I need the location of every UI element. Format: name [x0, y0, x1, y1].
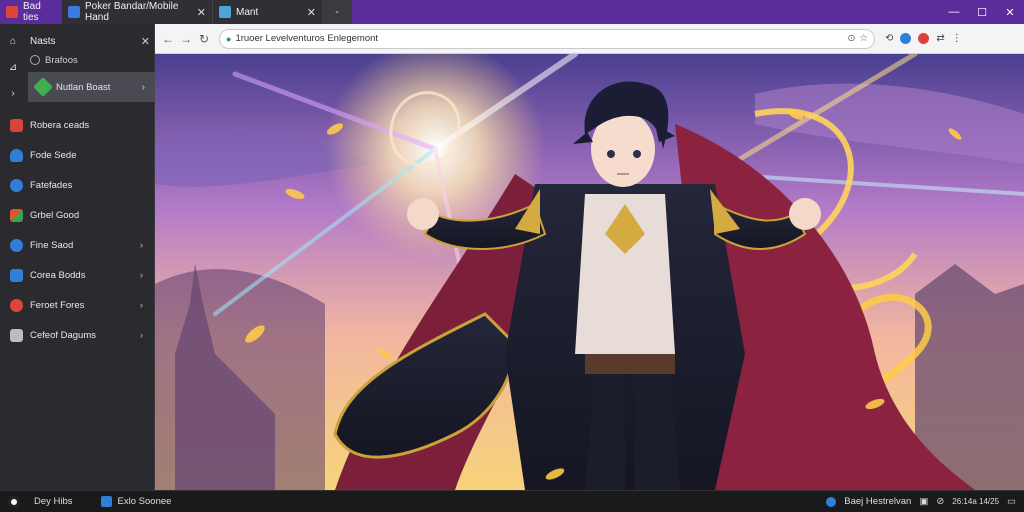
- tab-bad-ties[interactable]: Bad ties: [0, 0, 62, 24]
- sidebar-item-icon: [10, 298, 23, 312]
- sidebar-item-icon: [10, 148, 23, 162]
- sidebar: ⌂ ⊿ › Nasts ✕ Brafoos Nutlan Boast › Rob…: [0, 24, 155, 490]
- sync-icon[interactable]: ⇄: [936, 33, 944, 44]
- sidebar-close-icon[interactable]: ✕: [141, 35, 150, 48]
- sidebar-item[interactable]: Fine Saod ›: [0, 230, 155, 260]
- tab-label: Bad ties: [23, 1, 41, 23]
- url-text: 1ruoer Levelventuros Enlegemont: [235, 33, 379, 44]
- sidebar-title: Nasts: [30, 35, 56, 47]
- tab-favicon-icon: [68, 6, 80, 18]
- sidebar-item[interactable]: Fatefades: [0, 170, 155, 200]
- network-icon[interactable]: [826, 496, 837, 507]
- browser-toolbar: ← → ↻ ● 1ruoer Levelventuros Enlegemont …: [155, 24, 1024, 54]
- tab-favicon-icon: [219, 6, 231, 18]
- sidebar-header: Nasts ✕: [30, 32, 150, 50]
- sidebar-item-label: Cefeof Dagums: [30, 329, 97, 341]
- search-icon[interactable]: ⊙: [848, 33, 856, 44]
- sidebar-item[interactable]: Corea Bodds ›: [0, 260, 155, 290]
- sidebar-item-icon: [10, 268, 23, 282]
- taskbar-start[interactable]: Dey Hibs: [0, 495, 73, 508]
- sidebar-item[interactable]: Cefeof Dagums ›: [0, 320, 155, 350]
- chevron-right-icon: ›: [139, 269, 143, 281]
- sidebar-item-label: Nutlan Boast: [56, 81, 111, 93]
- sidebar-item-label: Fine Saod: [30, 239, 74, 251]
- sidebar-item-label: Feroet Fores: [30, 299, 85, 311]
- title-bar: Bad ties Poker Bandar/Mobile Hand ✕ Mant…: [0, 0, 1024, 24]
- taskbar-label: Exlo Soonee: [117, 496, 172, 507]
- tab-label: Mant: [236, 6, 259, 18]
- battery-icon[interactable]: ⊘: [936, 496, 944, 507]
- expand-chevron-icon[interactable]: ›: [0, 80, 26, 106]
- lock-icon: ●: [226, 33, 232, 44]
- taskbar-app[interactable]: Exlo Soonee: [93, 496, 172, 507]
- sidebar-item[interactable]: Fode Sede: [0, 140, 155, 170]
- chevron-right-icon: ›: [139, 239, 143, 251]
- sidebar-item-icon: [10, 328, 23, 342]
- notification-icon[interactable]: [918, 33, 930, 44]
- clock[interactable]: 26:14a 14/25: [952, 497, 999, 506]
- bookmark-star-icon[interactable]: ☆: [859, 33, 868, 44]
- globe-icon: [30, 55, 40, 65]
- taskbar: Dey Hibs Exlo Soonee Baej Hestrelvan ▣ ⊘…: [0, 490, 1024, 512]
- home-icon[interactable]: ⌂: [0, 28, 26, 54]
- tab-label: Poker Bandar/Mobile Hand: [85, 1, 179, 23]
- tab-favicon-icon: [6, 6, 18, 18]
- address-bar[interactable]: ● 1ruoer Levelventuros Enlegemont ⊙ ☆: [219, 28, 875, 49]
- menu-icon[interactable]: ⋮: [952, 33, 962, 44]
- sidebar-subtitle[interactable]: Brafoos: [30, 52, 78, 68]
- tab-close-icon[interactable]: ✕: [307, 6, 316, 19]
- minimize-button[interactable]: —: [940, 0, 968, 24]
- system-tray: Baej Hestrelvan ▣ ⊘ 26:14a 14/25 ▭: [826, 496, 1024, 507]
- webpage-content: [155, 54, 1024, 490]
- reading-list-icon[interactable]: ⊿: [0, 54, 26, 80]
- sidebar-item-icon: [10, 238, 23, 252]
- taskbar-label: Dey Hibs: [34, 496, 73, 507]
- reload-button[interactable]: ↻: [195, 28, 213, 50]
- volume-icon[interactable]: ▣: [919, 496, 928, 507]
- sidebar-item-icon: [10, 178, 23, 192]
- sidebar-item[interactable]: Grbel Good: [0, 200, 155, 230]
- sidebar-item-label: Corea Bodds: [30, 269, 86, 281]
- sidebar-item-icon: [10, 208, 23, 222]
- chevron-right-icon: ›: [141, 81, 145, 93]
- sidebar-item[interactable]: Feroet Fores ›: [0, 290, 155, 320]
- toolbar-extensions: ⟲ ⇄ ⋮: [885, 33, 962, 44]
- chevron-right-icon: ›: [139, 329, 143, 341]
- start-icon: [8, 495, 20, 508]
- app-icon: [33, 77, 53, 97]
- app-icon: [100, 496, 112, 507]
- new-tab-button[interactable]: -: [322, 0, 352, 24]
- window-controls: — ☐ ✕: [940, 0, 1024, 24]
- tray-label: Baej Hestrelvan: [844, 496, 912, 507]
- back-button[interactable]: ←: [159, 28, 177, 50]
- tab-mant[interactable]: Mant ✕: [212, 0, 322, 24]
- forward-button[interactable]: →: [177, 28, 195, 50]
- sidebar-item-label: Grbel Good: [30, 209, 80, 221]
- sidebar-item-label: Fode Sede: [30, 149, 77, 161]
- profile-icon[interactable]: [900, 33, 912, 44]
- maximize-button[interactable]: ☐: [968, 0, 996, 24]
- sidebar-item[interactable]: Robera ceads: [0, 110, 155, 140]
- sidebar-item-selected[interactable]: Nutlan Boast ›: [28, 72, 155, 102]
- tab-close-icon[interactable]: ✕: [197, 6, 206, 19]
- tab-label: -: [335, 6, 339, 18]
- sidebar-item-icon: [10, 118, 23, 132]
- sidebar-item-label: Fatefades: [30, 179, 73, 191]
- chevron-right-icon: ›: [139, 299, 143, 311]
- anime-hero-illustration: [155, 54, 1024, 490]
- close-window-button[interactable]: ✕: [996, 0, 1024, 24]
- sidebar-item-label: Robera ceads: [30, 119, 90, 131]
- tab-poker-bandar[interactable]: Poker Bandar/Mobile Hand ✕: [62, 0, 212, 24]
- notification-center-icon[interactable]: ▭: [1007, 496, 1016, 507]
- extensions-icon[interactable]: ⟲: [885, 33, 893, 44]
